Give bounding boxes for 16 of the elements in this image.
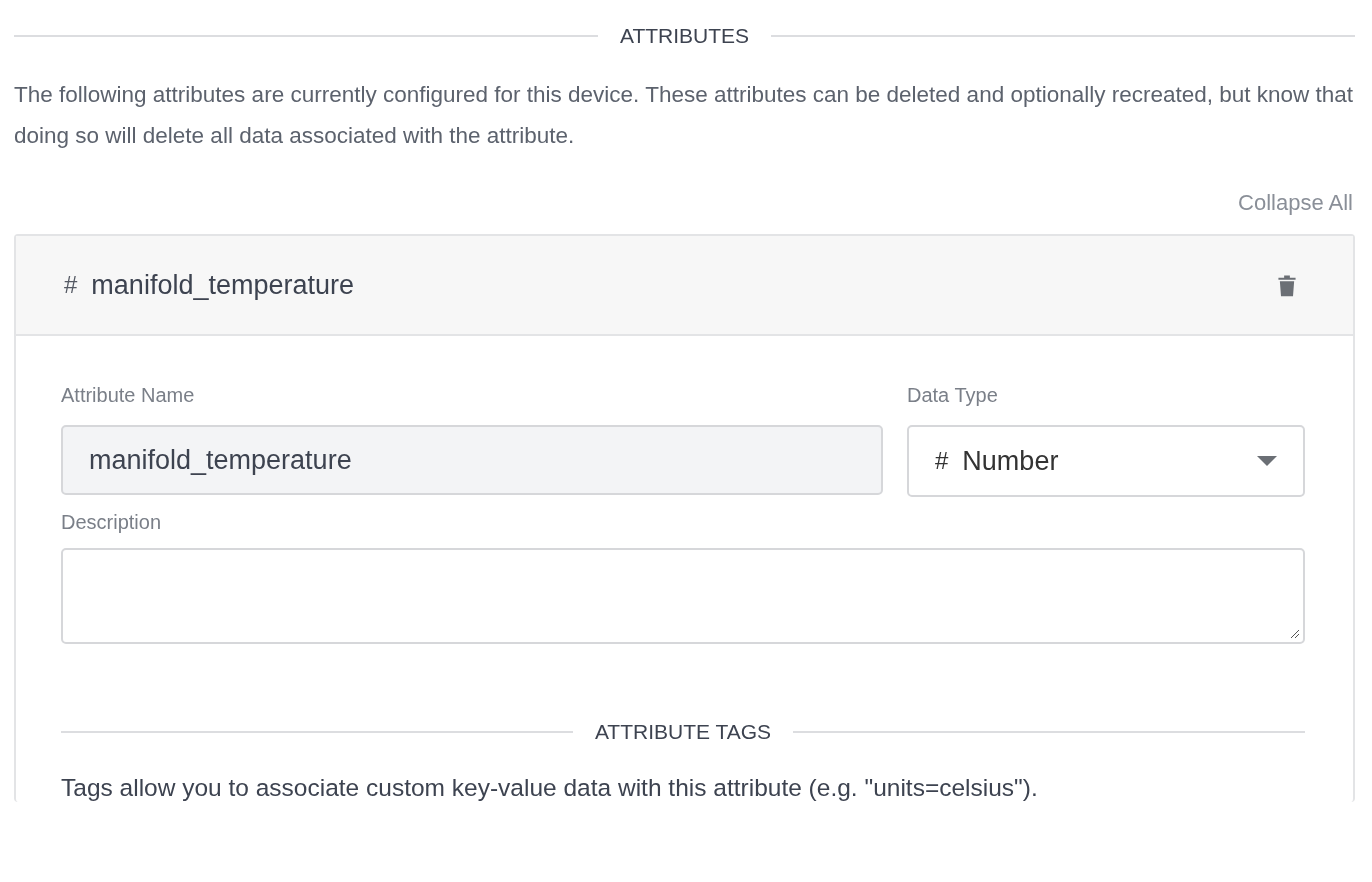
attribute-title: manifold_temperature [91, 269, 355, 301]
intro-text: The following attributes are currently configured for this device. These attributes can be deleted and optionally recreated, but know that doing so will delete all data associated with the attribute. [14, 81, 1355, 150]
field-label: Description [61, 511, 162, 534]
data-type-dropdown[interactable]: # Number [907, 425, 1305, 497]
resize-handle-icon[interactable] [1290, 629, 1300, 639]
description-field[interactable] [61, 548, 1305, 644]
delete-icon[interactable] [1277, 273, 1297, 297]
field-label: Data Type [907, 384, 998, 407]
attribute-type-symbol: # [64, 271, 78, 299]
attribute-header[interactable]: # manifold_temperature [16, 236, 1353, 336]
field-label: Attribute Name [61, 384, 195, 407]
attribute-name-field[interactable]: manifold_temperature [61, 425, 883, 495]
caret-icon [1257, 456, 1277, 466]
section-title: ATTRIBUTE TAGS [594, 720, 772, 744]
section-title: ATTRIBUTES [619, 24, 750, 48]
tags-description: Tags allow you to associate custom key-value data with this attribute (e.g. "units=celsius"). [61, 774, 1039, 802]
